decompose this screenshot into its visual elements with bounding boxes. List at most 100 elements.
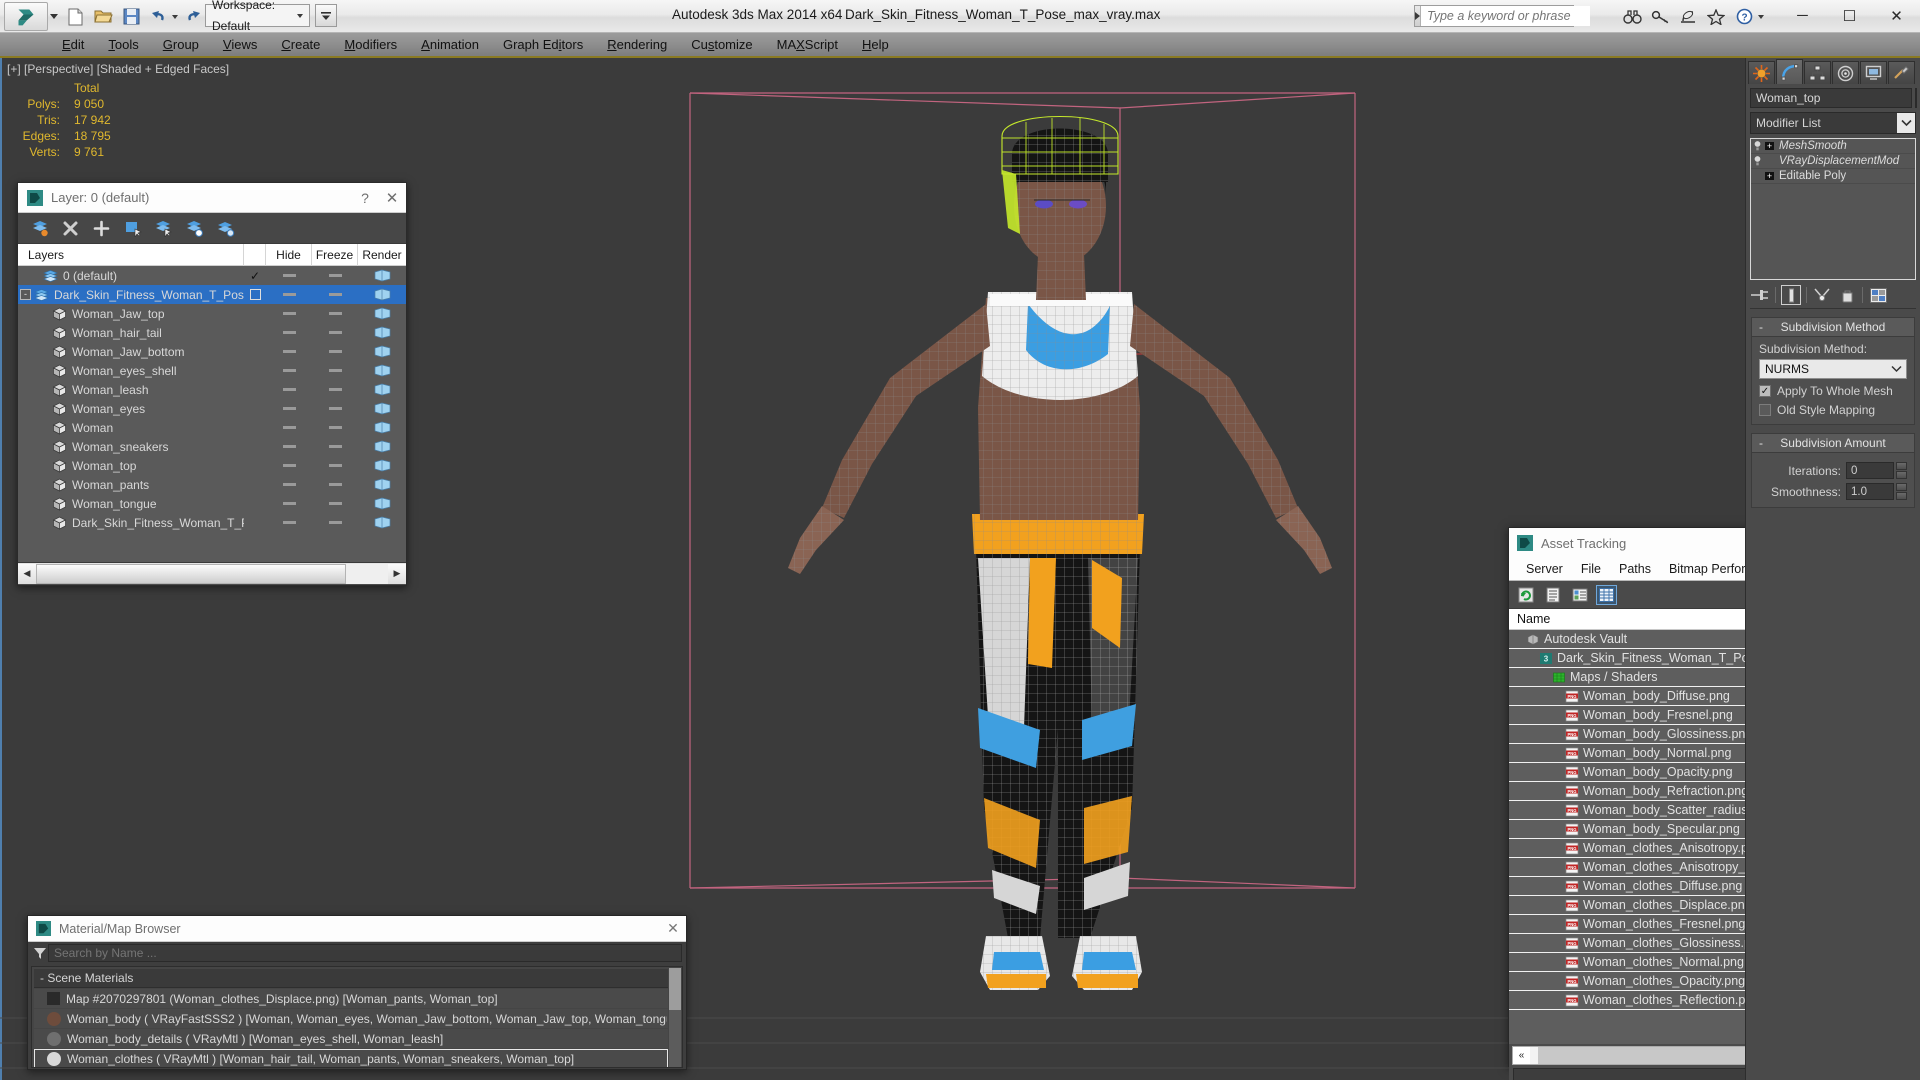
menu-item-create[interactable]: Create <box>269 35 332 54</box>
freeze-cell[interactable] <box>312 483 358 486</box>
old-style-mapping-checkbox[interactable]: Old Style Mapping <box>1759 403 1907 417</box>
object-name-input[interactable] <box>1750 88 1912 108</box>
remove-modifier-icon[interactable] <box>1837 285 1857 305</box>
freeze-cell[interactable] <box>312 369 358 372</box>
material-row[interactable]: Woman_body ( VRayFastSSS2 ) [Woman, Woma… <box>34 1009 668 1028</box>
layer-row[interactable]: Woman_tongue <box>18 494 406 513</box>
material-row[interactable]: Woman_body_details ( VRayMtl ) [Woman_ey… <box>34 1029 668 1048</box>
detail-view-icon[interactable] <box>1569 585 1590 605</box>
help-question-icon[interactable]: ? <box>1732 6 1756 28</box>
current-layer-cell[interactable]: ✓ <box>244 269 266 283</box>
modifier-stack-row[interactable]: + MeshSmooth <box>1751 139 1915 154</box>
freeze-cell[interactable] <box>312 350 358 353</box>
select-objects-icon[interactable] <box>123 219 142 238</box>
refresh-icon[interactable] <box>1515 585 1536 605</box>
layer-row[interactable]: Dark_Skin_Fitness_Woman_T_Pose <box>18 513 406 532</box>
render-cell[interactable] <box>358 516 406 529</box>
checkbox-empty-icon[interactable] <box>249 289 261 300</box>
expand-subobject-icon[interactable]: + <box>1764 171 1775 181</box>
hide-cell[interactable] <box>266 369 312 372</box>
render-cell[interactable] <box>358 364 406 377</box>
menu-item-edit[interactable]: Edit <box>50 35 96 54</box>
scroll-left-icon[interactable]: « <box>1513 1047 1530 1064</box>
menu-item-group[interactable]: Group <box>151 35 211 54</box>
hide-cell[interactable] <box>266 293 312 296</box>
layer-explorer-window[interactable]: Layer: 0 (default) ? ✕ Layers Hide Freez… <box>17 182 407 586</box>
layer-row[interactable]: Woman_sneakers <box>18 437 406 456</box>
layer-row[interactable]: Woman_hair_tail <box>18 323 406 342</box>
material-map-browser-window[interactable]: Material/Map Browser ✕ - Scene Materials… <box>27 915 687 1070</box>
command-panel[interactable]: Modifier List + MeshSmooth VRayDisplacemen… <box>1745 58 1920 1080</box>
asset-menu-file[interactable]: File <box>1572 562 1610 576</box>
display-tab-icon[interactable] <box>1860 61 1887 84</box>
rollout-subdivision-amount[interactable]: - Subdivision Amount Iterations: 0 Smoot… <box>1751 433 1915 508</box>
scroll-left-icon[interactable]: ◀ <box>18 563 36 584</box>
menu-item-customize[interactable]: Customize <box>679 35 764 54</box>
make-unique-icon[interactable] <box>1812 285 1832 305</box>
layer-row[interactable]: Woman_eyes_shell <box>18 361 406 380</box>
filter-funnel-icon[interactable] <box>32 947 48 959</box>
asset-menu-paths[interactable]: Paths <box>1610 562 1660 576</box>
modifier-stack-row[interactable]: + Editable Poly <box>1751 169 1915 184</box>
layer-row[interactable]: - Dark_Skin_Fitness_Woman_T_Pose <box>18 285 406 304</box>
redo-icon[interactable] <box>179 4 206 29</box>
delete-layer-icon[interactable] <box>61 219 80 238</box>
render-cell[interactable] <box>358 402 406 415</box>
subdivision-method-select[interactable]: NURMS <box>1759 359 1907 379</box>
hide-cell[interactable] <box>266 350 312 353</box>
render-cell[interactable] <box>358 421 406 434</box>
pin-stack-icon[interactable] <box>1750 285 1770 305</box>
binoculars-icon[interactable] <box>1620 6 1644 28</box>
column-layers[interactable]: Layers <box>18 243 244 266</box>
hide-cell[interactable] <box>266 502 312 505</box>
layer-explorer-close-button[interactable]: ✕ <box>378 189 406 207</box>
new-layer-icon[interactable] <box>30 219 49 238</box>
render-cell[interactable] <box>358 459 406 472</box>
close-button[interactable]: ✕ <box>1873 0 1920 31</box>
search-box[interactable] <box>1414 5 1590 27</box>
layer-explorer-help-button[interactable]: ? <box>352 190 378 206</box>
material-search-input[interactable] <box>48 944 682 962</box>
hide-cell[interactable] <box>266 388 312 391</box>
undo-icon[interactable] <box>146 4 173 29</box>
freeze-cell[interactable] <box>312 464 358 467</box>
render-cell[interactable] <box>358 326 406 339</box>
scene-materials-group-header[interactable]: - Scene Materials <box>34 969 668 988</box>
layer-row[interactable]: Woman_leash <box>18 380 406 399</box>
scroll-thumb[interactable] <box>669 968 681 1010</box>
render-cell[interactable] <box>358 440 406 453</box>
new-file-icon[interactable] <box>62 4 89 29</box>
freeze-cell[interactable] <box>312 331 358 334</box>
app-menu-caret-icon[interactable] <box>50 14 58 19</box>
freeze-cell[interactable] <box>312 388 358 391</box>
undo-dropdown-caret-icon[interactable] <box>172 14 178 19</box>
modifier-enable-bulb-icon[interactable] <box>1751 140 1764 152</box>
column-freeze[interactable]: Freeze <box>312 243 358 266</box>
render-cell[interactable] <box>358 478 406 491</box>
list-view-icon[interactable] <box>1542 585 1563 605</box>
hide-cell[interactable] <box>266 312 312 315</box>
scroll-track[interactable] <box>36 563 388 584</box>
hide-cell[interactable] <box>266 407 312 410</box>
open-file-icon[interactable] <box>90 4 117 29</box>
object-color-swatch[interactable] <box>1915 88 1917 108</box>
show-end-result-icon[interactable] <box>1781 285 1801 305</box>
hide-cell[interactable] <box>266 445 312 448</box>
menu-item-maxscript[interactable]: MAXScript <box>765 35 850 54</box>
menu-item-help[interactable]: Help <box>850 35 901 54</box>
layer-row[interactable]: Woman_eyes <box>18 399 406 418</box>
grid-view-icon[interactable] <box>1596 584 1617 605</box>
modifier-enable-bulb-icon[interactable] <box>1751 155 1764 167</box>
render-cell[interactable] <box>358 345 406 358</box>
rollout-subdivision-method[interactable]: - Subdivision Method Subdivision Method:… <box>1751 317 1915 425</box>
app-menu-button[interactable] <box>4 2 48 31</box>
hide-cell[interactable] <box>266 521 312 524</box>
render-cell[interactable] <box>358 288 406 301</box>
layer-row[interactable]: Woman_Jaw_top <box>18 304 406 323</box>
freeze-cell[interactable] <box>312 312 358 315</box>
help-dropdown-caret-icon[interactable] <box>1758 14 1764 19</box>
smoothness-field[interactable]: 1.0 <box>1846 483 1894 500</box>
material-browser-list[interactable]: - Scene Materials Map #2070297801 (Woman… <box>31 966 683 1068</box>
asset-menu-server[interactable]: Server <box>1517 562 1572 576</box>
expander-toggle-icon[interactable]: - <box>20 289 31 300</box>
